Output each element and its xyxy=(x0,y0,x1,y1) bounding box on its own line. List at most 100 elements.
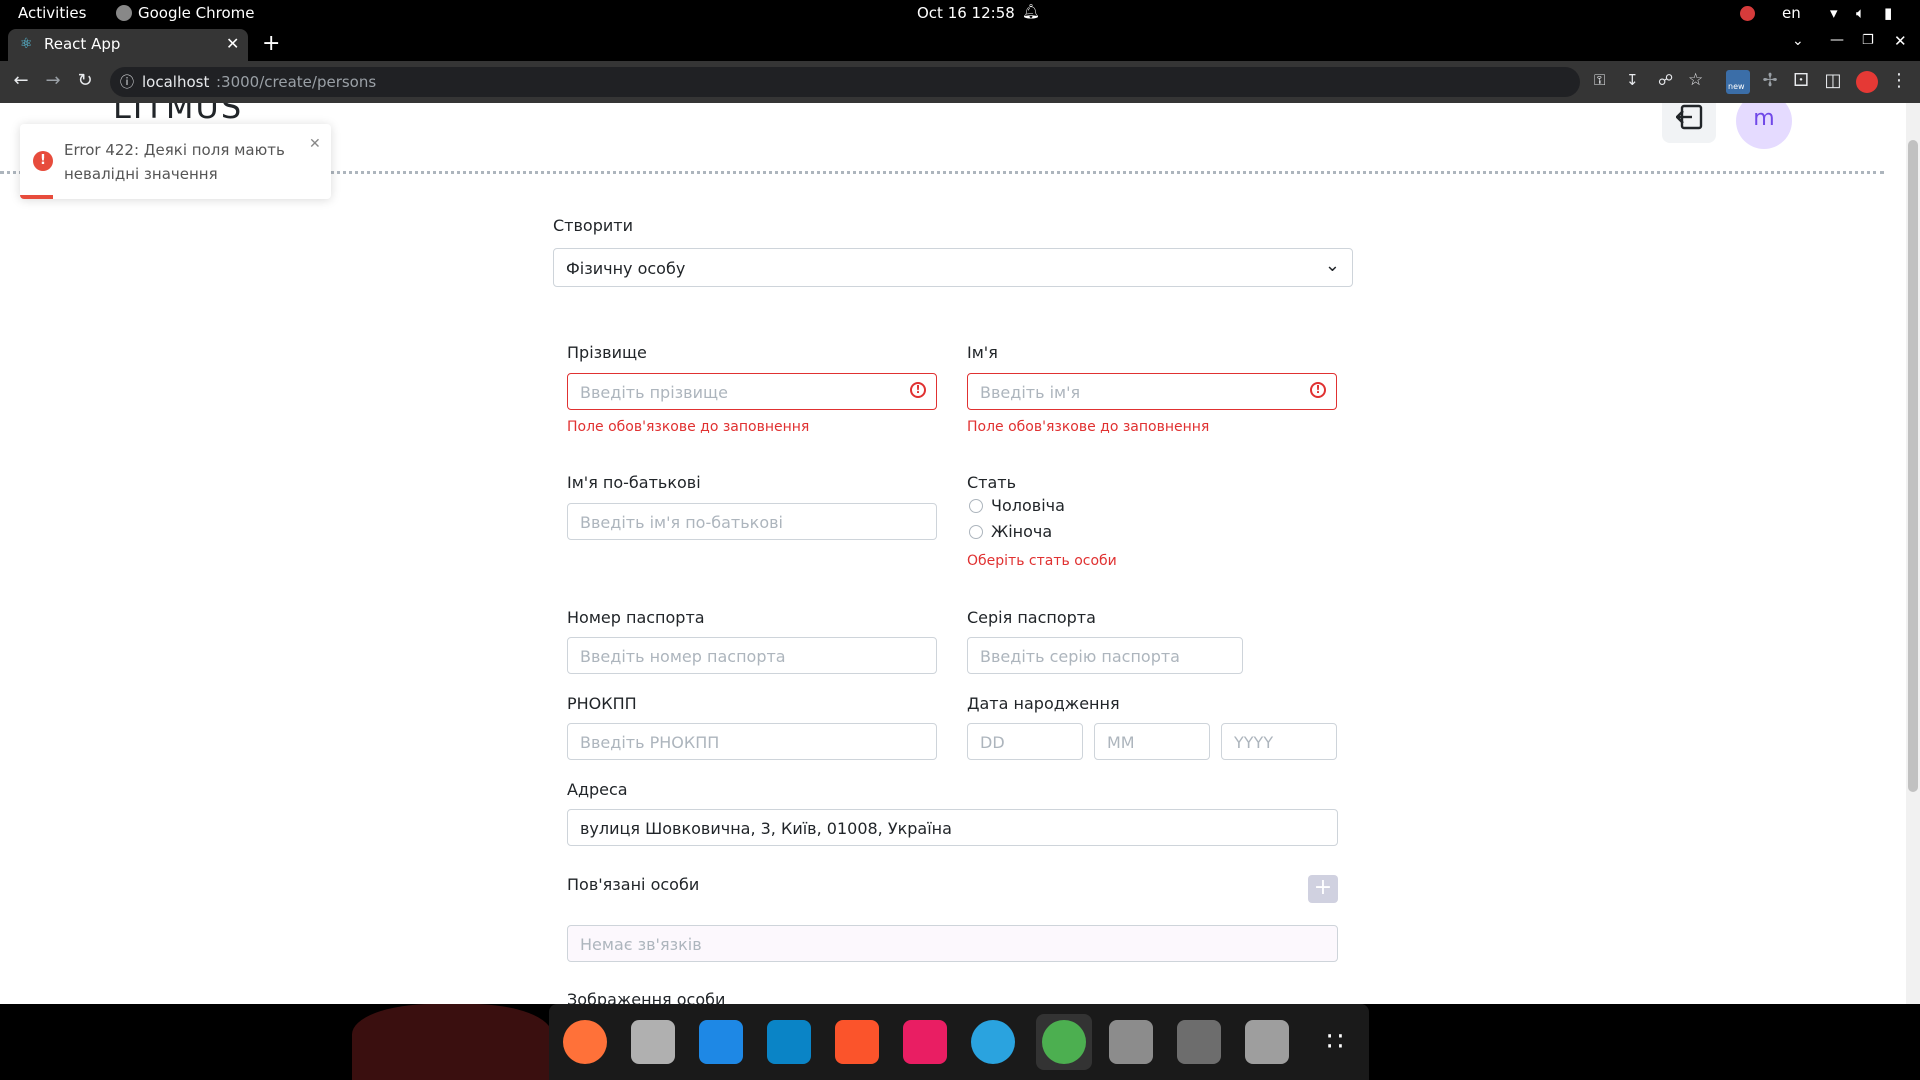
system-top-bar: Activities Google Chrome Oct 16 12:58 🔔︎… xyxy=(0,0,1920,27)
url-path: :3000/create/persons xyxy=(216,73,377,91)
ssd-icon[interactable] xyxy=(1177,1020,1221,1064)
chrome-app-icon xyxy=(116,5,132,21)
telegram-icon[interactable] xyxy=(971,1020,1015,1064)
vscode-icon[interactable] xyxy=(699,1020,743,1064)
profile-avatar-icon[interactable] xyxy=(1856,71,1878,93)
passport-number-placeholder: Введіть номер паспорта xyxy=(580,647,786,666)
patronymic-input[interactable]: Введіть ім'я по-батькові xyxy=(567,503,937,540)
chrome-icon[interactable] xyxy=(1042,1020,1086,1064)
side-panel-icon[interactable]: ◫ xyxy=(1822,71,1844,91)
patronymic-placeholder: Введіть ім'я по-батькові xyxy=(580,513,783,532)
brand-logo[interactable]: LITMUS xyxy=(113,103,243,126)
back-icon[interactable]: ← xyxy=(10,71,32,91)
new-tab-button[interactable]: + xyxy=(262,31,280,56)
close-window-button[interactable]: ✕ xyxy=(1894,32,1907,50)
tab-close-icon[interactable]: ✕ xyxy=(226,34,239,53)
disk-icon[interactable] xyxy=(1109,1020,1153,1064)
app-grid-icon[interactable]: ∷ xyxy=(1313,1020,1357,1064)
surname-error: Поле обов'язкове до заповнення xyxy=(567,419,810,435)
gender-radio-male[interactable] xyxy=(969,499,983,513)
error-toast[interactable]: ! Error 422: Деякі поля мають невалідні … xyxy=(20,124,331,199)
patronymic-label: Ім'я по-батькові xyxy=(567,473,701,492)
files-icon[interactable] xyxy=(631,1020,675,1064)
name-error: Поле обов'язкове до заповнення xyxy=(967,419,1210,435)
tab-search-icon[interactable]: ⌄ xyxy=(1792,33,1804,49)
notification-dot-icon[interactable] xyxy=(1740,6,1755,21)
browser-tab-strip xyxy=(0,27,1920,61)
birth-date-label: Дата народження xyxy=(967,694,1120,713)
webstorm-icon[interactable] xyxy=(767,1020,811,1064)
extension-new-icon[interactable]: new xyxy=(1726,70,1750,94)
related-persons-field[interactable]: Немає зв'язків xyxy=(567,925,1338,962)
restore-button[interactable]: ❐ xyxy=(1862,33,1874,48)
extension-icon[interactable]: ✢ xyxy=(1759,71,1781,91)
site-info-icon[interactable]: ⓘ xyxy=(120,72,134,92)
scrollbar-thumb[interactable] xyxy=(1908,140,1918,792)
bell-icon[interactable]: 🔔︎ xyxy=(1022,4,1040,20)
address-input[interactable]: вулиця Шовковична, 3, Київ, 01008, Украї… xyxy=(567,809,1338,846)
logout-icon xyxy=(1676,104,1703,130)
name-placeholder: Введіть ім'я xyxy=(980,383,1081,402)
activities-button[interactable]: Activities xyxy=(18,4,86,22)
share-icon[interactable]: ☍ xyxy=(1658,71,1673,89)
forward-icon[interactable]: → xyxy=(42,71,64,91)
birth-month-input[interactable]: MM xyxy=(1094,723,1210,760)
gender-error: Оберіть стать особи xyxy=(967,553,1117,569)
clock[interactable]: Oct 16 12:58 xyxy=(917,4,1015,22)
active-app-name[interactable]: Google Chrome xyxy=(138,4,255,22)
volume-icon[interactable]: 🔈︎ xyxy=(1856,4,1865,22)
address-label: Адреса xyxy=(567,780,628,799)
gender-label: Стать xyxy=(967,473,1017,492)
rnokpp-input[interactable]: Введіть РНОКПП xyxy=(567,723,937,760)
passport-series-input[interactable]: Введіть серію паспорта xyxy=(967,637,1243,674)
passport-number-input[interactable]: Введіть номер паспорта xyxy=(567,637,937,674)
language-indicator[interactable]: en xyxy=(1782,4,1801,22)
birth-day-input[interactable]: DD xyxy=(967,723,1083,760)
page-viewport: LITMUS m Створити Фізичну особу ⌄ Прізви… xyxy=(0,103,1906,1004)
key-icon[interactable]: ⚿ xyxy=(1594,71,1605,89)
gender-option-male[interactable]: Чоловіча xyxy=(991,496,1065,515)
toast-close-icon[interactable]: ✕ xyxy=(309,136,321,152)
extensions-puzzle-icon[interactable]: ⚀ xyxy=(1790,71,1812,91)
toast-message: Error 422: Деякі поля мають невалідні зн… xyxy=(64,141,285,183)
intellij-icon[interactable] xyxy=(903,1020,947,1064)
error-alert-icon: ! xyxy=(1310,382,1326,398)
add-related-person-button[interactable]: + xyxy=(1308,875,1338,903)
tab-title: React App xyxy=(44,35,121,53)
error-alert-icon: ! xyxy=(910,382,926,398)
toast-progress-bar xyxy=(20,195,53,199)
surname-placeholder: Введіть прізвище xyxy=(580,383,728,402)
bookmark-star-icon[interactable]: ☆ xyxy=(1688,70,1703,90)
minimize-button[interactable]: — xyxy=(1830,32,1844,48)
name-label: Ім'я xyxy=(967,343,998,362)
passport-series-placeholder: Введіть серію паспорта xyxy=(980,647,1180,666)
dock: ∷ xyxy=(549,1004,1369,1080)
brave-icon[interactable] xyxy=(835,1020,879,1064)
rnokpp-label: РНОКПП xyxy=(567,694,637,713)
gender-radio-female[interactable] xyxy=(969,525,983,539)
birth-day-placeholder: DD xyxy=(980,733,1005,752)
name-input[interactable]: Введіть ім'я ! xyxy=(967,373,1337,410)
chrome-menu-icon[interactable]: ⋮ xyxy=(1888,71,1910,91)
create-label: Створити xyxy=(553,216,633,235)
birth-year-placeholder: YYYY xyxy=(1234,733,1274,752)
battery-icon[interactable]: ▮ xyxy=(1884,4,1892,22)
related-persons-placeholder: Немає зв'язків xyxy=(580,935,702,954)
birth-year-input[interactable]: YYYY xyxy=(1221,723,1337,760)
firefox-icon[interactable] xyxy=(563,1020,607,1064)
logout-button[interactable] xyxy=(1662,103,1716,143)
reload-icon[interactable]: ↻ xyxy=(74,71,96,91)
gender-option-female[interactable]: Жіноча xyxy=(991,522,1052,541)
surname-label: Прізвище xyxy=(567,343,647,362)
create-type-select[interactable]: Фізичну особу ⌄ xyxy=(553,248,1353,287)
browser-tab[interactable]: ⚛ React App ✕ xyxy=(8,29,248,61)
wallpaper-planet xyxy=(352,1004,552,1080)
user-avatar[interactable]: m xyxy=(1736,103,1792,149)
trash-icon[interactable] xyxy=(1245,1020,1289,1064)
address-bar[interactable]: ⓘ localhost :3000/create/persons ⚿ ↧ ☍ ☆ xyxy=(110,67,1703,97)
surname-input[interactable]: Введіть прізвище ! xyxy=(567,373,937,410)
install-icon[interactable]: ↧ xyxy=(1626,71,1639,89)
react-favicon-icon: ⚛ xyxy=(20,36,33,52)
birth-month-placeholder: MM xyxy=(1107,733,1135,752)
wifi-icon[interactable]: ▾ xyxy=(1830,4,1838,22)
